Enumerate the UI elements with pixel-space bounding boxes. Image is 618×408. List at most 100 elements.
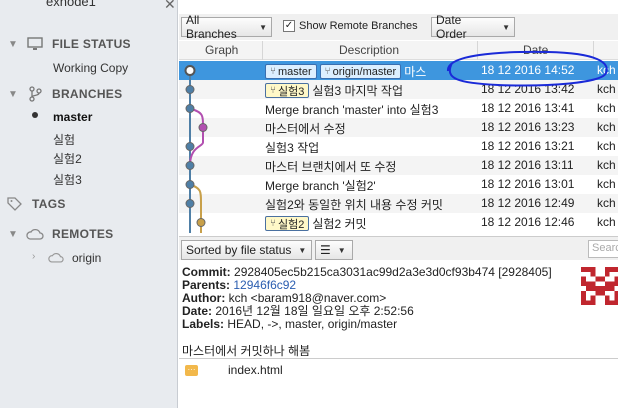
- commit-description: 마스터에서 수정: [265, 120, 346, 137]
- tag-icon: [6, 196, 24, 212]
- branch-icon: [26, 86, 44, 102]
- commit-description: 실험3 작업: [265, 139, 319, 156]
- author-value: kch <baram918@naver.com>: [228, 291, 387, 305]
- commit-message: Merge branch 'master' into 실험3: [265, 103, 439, 117]
- chevron-down-icon: ▼: [8, 38, 19, 50]
- branch-filter-value: All Branches: [186, 13, 237, 41]
- commit-message: 마스터에서 커밋하나 해봄: [182, 344, 311, 358]
- chevron-right-icon[interactable]: ›: [32, 251, 35, 262]
- branch-icon: ⑂: [324, 66, 331, 77]
- commit-description: 마스터 브랜치에서 또 수정: [265, 158, 396, 175]
- branch-tag-label: 실험3: [278, 85, 305, 98]
- parent-link[interactable]: 12946f6c92: [233, 278, 296, 292]
- branch-tag-label: origin/master: [332, 65, 397, 78]
- sidebar-item-master[interactable]: master: [53, 110, 92, 124]
- commit-message: 실험2와 동일한 위치 내용 수정 커밋: [265, 198, 443, 212]
- commit-message: Merge branch '실험2': [265, 179, 376, 193]
- chevron-down-icon: ▼: [8, 228, 19, 240]
- dropdown-arrow-icon: ▼: [337, 245, 346, 255]
- list-icon: ☰: [320, 243, 331, 257]
- cloud-icon: [26, 226, 44, 242]
- sidebar-section-remotes[interactable]: ▼ REMOTES: [8, 226, 113, 242]
- commit-author: kch: [597, 158, 616, 172]
- commit-hash: 2928405ec5b215ca3031ac99d2a3e3d0cf93b474…: [234, 265, 552, 279]
- commit-description: ⑂ master ⑂ origin/master 마스: [265, 63, 426, 80]
- sidebar-item-remote-origin[interactable]: origin: [72, 251, 101, 265]
- commit-details: Commit: 2928405ec5b215ca3031ac99d2a3e3d0…: [179, 262, 618, 362]
- order-value: Date Order: [436, 13, 467, 41]
- sort-dropdown[interactable]: Sorted by file status ▼: [181, 240, 312, 260]
- sidebar-section-file-status[interactable]: ▼ FILE STATUS: [8, 36, 131, 52]
- current-branch-dot-icon: [32, 112, 38, 118]
- checkbox-checked-icon[interactable]: ✓: [283, 20, 295, 32]
- branch-icon: ⑂: [270, 85, 276, 96]
- sort-value: Sorted by file status: [186, 243, 292, 257]
- commit-author: kch: [597, 139, 616, 153]
- author-label: Author:: [182, 291, 226, 305]
- commit-message: 실험3 작업: [265, 141, 320, 155]
- order-dropdown[interactable]: Date Order ▼: [431, 13, 515, 41]
- commit-author: kch: [597, 215, 616, 229]
- commit-author: kch: [597, 196, 616, 210]
- commit-message: 마스: [404, 65, 427, 79]
- sidebar-item-branch[interactable]: 실험3: [53, 171, 82, 188]
- branch-tag-label: master: [278, 65, 312, 78]
- branch-tag[interactable]: ⑂ origin/master: [319, 64, 402, 79]
- graph-node: [185, 161, 195, 170]
- sidebar-item-branch[interactable]: 실험2: [53, 150, 82, 167]
- commit-date: 18 12 2016 13:23: [481, 120, 575, 134]
- branch-icon: ⑂: [270, 218, 276, 229]
- column-header-description[interactable]: Description: [339, 43, 399, 57]
- file-list-toolbar: Sorted by file status ▼ ☰ ▼ Searc: [179, 236, 618, 260]
- dropdown-arrow-icon: ▼: [502, 22, 510, 32]
- view-mode-dropdown[interactable]: ☰ ▼: [315, 240, 353, 260]
- commit-message: 실험2 커밋: [312, 217, 367, 231]
- commit-description: 실험2와 동일한 위치 내용 수정 커밋: [265, 196, 443, 213]
- parents-label: Parents:: [182, 278, 231, 292]
- search-input[interactable]: Searc: [588, 240, 618, 258]
- show-remote-branches-toggle[interactable]: ✓ Show Remote Branches: [283, 20, 418, 32]
- branch-tag[interactable]: ⑂ master: [265, 64, 317, 79]
- labels-value: HEAD, ->, master, origin/master: [227, 317, 398, 331]
- commit-author: kch: [597, 101, 616, 115]
- remotes-label: REMOTES: [52, 227, 114, 241]
- sidebar-section-branches[interactable]: ▼ BRANCHES: [8, 86, 122, 102]
- sidebar-item-branch[interactable]: 실험: [53, 131, 75, 148]
- commit-description: Merge branch 'master' into 실험3: [265, 101, 438, 118]
- graph-node: [196, 218, 206, 227]
- close-icon[interactable]: ✕: [164, 0, 176, 13]
- branch-tag[interactable]: ⑂ 실험2: [265, 216, 310, 231]
- file-status-label: FILE STATUS: [52, 37, 131, 51]
- cloud-icon: [48, 252, 64, 266]
- commit-description: ⑂ 실험3 실험3 마지막 작업: [265, 82, 403, 99]
- commit-author: kch: [597, 177, 616, 191]
- graph-node-head: [184, 65, 196, 76]
- date-value: 2016년 12월 18일 일요일 오후 2:52:56: [215, 304, 414, 318]
- branch-filter-dropdown[interactable]: All Branches ▼: [181, 13, 272, 41]
- commit-date: 18 12 2016 12:49: [481, 196, 575, 210]
- commit-author: kch: [597, 120, 616, 134]
- labels-label: Labels:: [182, 317, 225, 331]
- show-remote-label: Show Remote Branches: [299, 20, 418, 32]
- main-panel: All Branches ▼ ✓ Show Remote Branches Da…: [179, 0, 618, 408]
- branch-icon: ⑂: [270, 66, 276, 77]
- repo-title: exnode1: [46, 0, 96, 9]
- sidebar-item-working-copy[interactable]: Working Copy: [53, 61, 128, 75]
- dropdown-arrow-icon: ▼: [298, 245, 307, 255]
- graph-node: [198, 123, 208, 132]
- graph-node: [185, 104, 195, 113]
- graph-node: [185, 85, 195, 94]
- file-list: ··· index.html: [179, 358, 618, 408]
- column-header-graph[interactable]: Graph: [205, 43, 238, 57]
- branch-tag-label: 실험2: [278, 218, 305, 231]
- file-row[interactable]: ··· index.html: [185, 363, 283, 377]
- graph-node: [185, 180, 195, 189]
- chevron-down-icon: ▼: [8, 88, 19, 100]
- graph-node: [185, 199, 195, 208]
- author-avatar: [581, 267, 618, 305]
- commit-description: Merge branch '실험2': [265, 177, 376, 194]
- sidebar-section-tags[interactable]: TAGS: [6, 196, 66, 212]
- branch-tag[interactable]: ⑂ 실험3: [265, 83, 310, 98]
- commit-date: 18 12 2016 12:46: [481, 215, 575, 229]
- tags-label: TAGS: [32, 197, 66, 211]
